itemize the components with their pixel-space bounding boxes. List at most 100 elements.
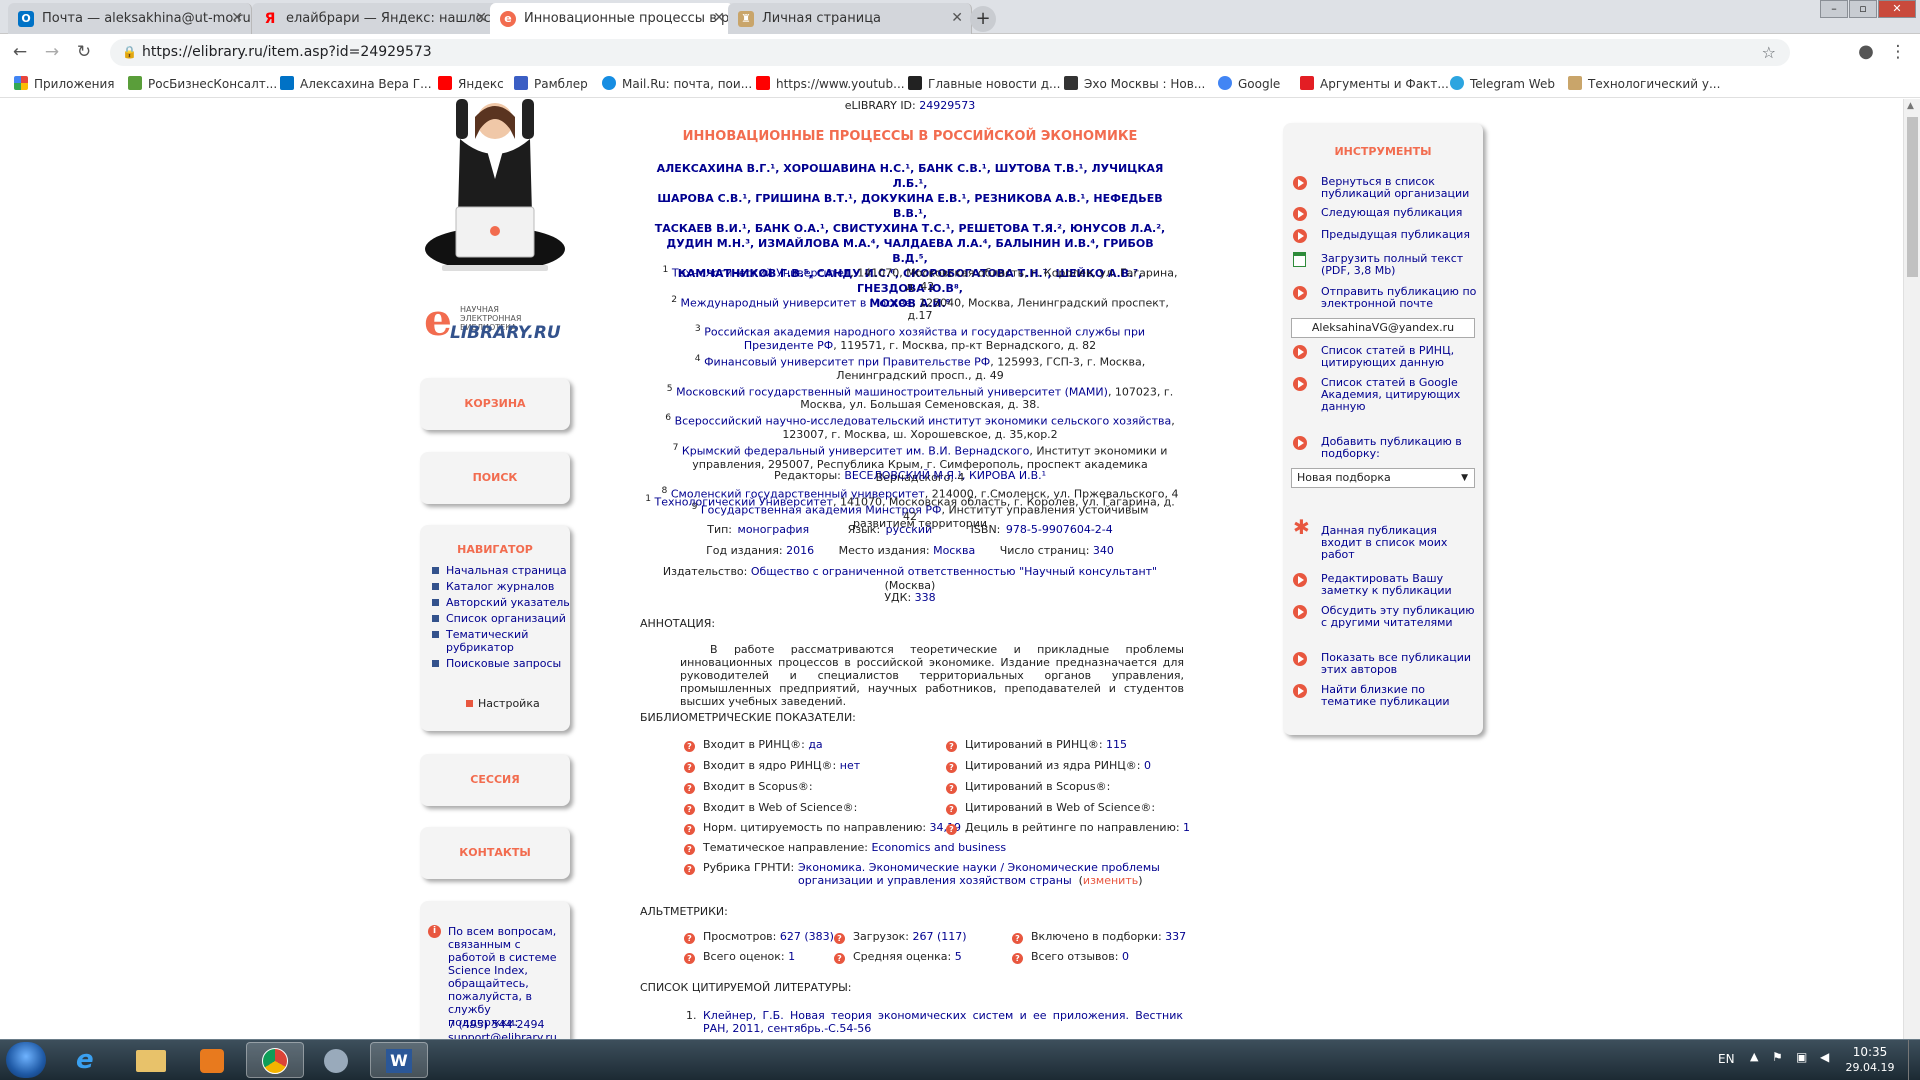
search-button[interactable]: ПОИСК — [420, 452, 570, 504]
nav-item-rubricator[interactable]: Тематический рубрикатор — [432, 628, 570, 654]
star-icon[interactable]: ☆ — [1762, 39, 1776, 66]
authors-line[interactable]: ДУДИН М.Н.³, ИЗМАЙЛОВА М.А.⁴, ЧАЛДАЕВА Л… — [650, 236, 1170, 266]
session-button[interactable]: СЕССИЯ — [420, 754, 570, 806]
tool-my-works[interactable]: ✱ Данная публикация входит в список моих … — [1293, 517, 1478, 561]
editors-org-link[interactable]: Технологический Университет — [655, 496, 833, 509]
flag-icon[interactable]: ⚑ — [1772, 1050, 1783, 1064]
language-value[interactable]: русский — [886, 523, 933, 536]
forward-arrow-icon[interactable]: → — [42, 42, 62, 62]
scroll-thumb[interactable] — [1907, 117, 1918, 277]
editors-link[interactable]: ВЕСЕЛОВСКИЙ М.Я.¹, КИРОВА И.В.¹ — [844, 469, 1046, 482]
show-desktop-button[interactable] — [1908, 1040, 1920, 1080]
tool-add-to-collection[interactable]: Добавить публикацию в подборку: — [1293, 436, 1478, 460]
minimize-icon[interactable]: – — [1820, 0, 1848, 18]
windows-start-icon[interactable] — [6, 1042, 46, 1078]
tool-similar-pubs[interactable]: Найти близкие по тематике публикации — [1293, 684, 1478, 708]
question-icon[interactable]: ? — [684, 783, 695, 794]
media-player-icon[interactable] — [184, 1042, 242, 1078]
affiliation-org-link[interactable]: Московский государственный машиностроите… — [676, 385, 1108, 398]
question-icon[interactable]: ? — [684, 804, 695, 815]
tool-download-pdf[interactable]: Загрузить полный текст (PDF, 3,8 Mb) — [1293, 252, 1478, 277]
tool-send-email[interactable]: Отправить публикацию по электронной почт… — [1293, 286, 1478, 310]
authors-line[interactable]: ШАРОВА С.В.¹, ГРИШИНА В.Т.¹, ДОКУКИНА Е.… — [650, 191, 1170, 221]
bookmark-yandex[interactable]: Яндекс — [438, 76, 504, 91]
publisher-link[interactable]: Общество с ограниченной ответственностью… — [751, 565, 1157, 578]
bookmark-aif[interactable]: Аргументы и Факт... — [1300, 76, 1449, 91]
close-window-icon[interactable]: ✕ — [1878, 0, 1916, 18]
page-scrollbar[interactable]: ▲ — [1903, 99, 1920, 1039]
network-icon[interactable]: ▣ — [1796, 1050, 1807, 1064]
tab-elibrary-active[interactable]: e Инновационные процессы в рс ✕ — [490, 3, 734, 34]
bookmark-rbc[interactable]: РосБизнесКонсалт... — [128, 76, 277, 91]
affiliation-org-link[interactable]: Международный университет в Москве — [681, 296, 913, 309]
tool-all-author-pubs[interactable]: Показать все публикации этих авторов — [1293, 652, 1478, 676]
question-icon[interactable]: ? — [1012, 933, 1023, 944]
tool-prev-publication[interactable]: Предыдущая публикация — [1293, 229, 1478, 243]
question-icon[interactable]: ? — [834, 953, 845, 964]
nav-item-authors[interactable]: Авторский указатель — [432, 596, 570, 609]
close-icon[interactable]: ✕ — [475, 3, 487, 34]
tool-next-publication[interactable]: Следующая публикация — [1293, 207, 1478, 221]
new-tab-plus-icon[interactable]: + — [970, 6, 996, 32]
affiliation-org-link[interactable]: Финансовый университет при Правительстве… — [704, 356, 990, 369]
reference-item[interactable]: Клейнер, Г.Б. Новая теория экономических… — [703, 1009, 1183, 1035]
question-icon[interactable]: ? — [946, 741, 957, 752]
nav-item-home[interactable]: Начальная страница — [432, 564, 570, 577]
tool-back-to-list[interactable]: Вернуться в список публикаций организаци… — [1293, 176, 1478, 200]
affiliation-org-link[interactable]: Крымский федеральный университет им. В.И… — [682, 445, 1029, 458]
bookmark-university[interactable]: Технологический у... — [1568, 76, 1720, 91]
affiliation-org-link[interactable]: Всероссийский научно-исследовательский и… — [675, 415, 1172, 428]
collection-select[interactable]: Новая подборка ▼ — [1291, 468, 1475, 488]
bookmark-outlook[interactable]: Алексахина Вера Г... — [280, 76, 432, 91]
maximize-icon[interactable]: ▫ — [1849, 0, 1877, 18]
account-icon[interactable]: ● — [1856, 42, 1876, 62]
question-icon[interactable]: ? — [684, 864, 695, 875]
tool-rinc-citing[interactable]: Список статей в РИНЦ, цитирующих данную — [1293, 345, 1478, 369]
explorer-folder-icon[interactable] — [122, 1042, 180, 1078]
authors-line[interactable]: ТАСКАЕВ В.И.¹, БАНК О.А.¹, СВИСТУХИНА Т.… — [650, 221, 1170, 236]
contacts-button[interactable]: КОНТАКТЫ — [420, 827, 570, 879]
question-icon[interactable]: ? — [834, 933, 845, 944]
question-icon[interactable]: ? — [946, 762, 957, 773]
question-icon[interactable]: ? — [684, 824, 695, 835]
menu-dots-icon[interactable]: ⋮ — [1888, 42, 1908, 62]
question-icon[interactable]: ? — [684, 762, 695, 773]
email-input[interactable]: AleksahinaVG@yandex.ru — [1291, 318, 1475, 338]
question-icon[interactable]: ? — [1012, 953, 1023, 964]
reload-icon[interactable]: ↻ — [74, 42, 94, 62]
clock-date[interactable]: 29.04.19 — [1840, 1061, 1900, 1074]
type-value[interactable]: монография — [738, 523, 810, 536]
tab-personal-page[interactable]: ♜ Личная страница ✕ — [728, 3, 972, 34]
nav-item-settings[interactable]: Настройка — [466, 697, 540, 710]
question-icon[interactable]: ? — [946, 783, 957, 794]
volume-icon[interactable]: ◀ — [1820, 1050, 1829, 1064]
bookmark-echo[interactable]: Эхо Москвы : Нов... — [1064, 76, 1205, 91]
grnti-change-link[interactable]: изменить — [1083, 874, 1138, 887]
question-icon[interactable]: ? — [684, 933, 695, 944]
settings-app-icon[interactable] — [308, 1042, 366, 1078]
scroll-up-icon[interactable]: ▲ — [1907, 101, 1914, 111]
question-icon[interactable]: ? — [684, 741, 695, 752]
bookmark-telegram[interactable]: Telegram Web — [1450, 76, 1555, 91]
close-icon[interactable]: ✕ — [951, 3, 963, 34]
elibrary-logo[interactable]: e НАУЧНАЯ ЭЛЕКТРОННАЯ БИБЛИОТЕКА LIBRARY… — [420, 299, 570, 349]
ie-icon[interactable]: e — [60, 1042, 118, 1078]
support-phone[interactable]: 7 (495) 544-2494 — [448, 1018, 545, 1031]
bookmark-youtube[interactable]: https://www.youtub... — [756, 76, 905, 91]
close-icon[interactable]: ✕ — [231, 3, 243, 34]
bookmark-news[interactable]: Главные новости д... — [908, 76, 1060, 91]
url-field[interactable]: 🔒 https://elibrary.ru/item.asp?id=249295… — [110, 39, 1790, 66]
tab-mail[interactable]: O Почта — aleksakhina@ut-mo.ru ✕ — [8, 3, 252, 34]
affiliation-org-link[interactable]: Технологический Университет — [672, 267, 850, 280]
authors-line[interactable]: АЛЕКСАХИНА В.Г.¹, ХОРОШАВИНА Н.С.¹, БАНК… — [650, 161, 1170, 191]
nav-item-organizations[interactable]: Список организаций — [432, 612, 570, 625]
tool-discuss[interactable]: Обсудить эту публикацию с другими читате… — [1293, 605, 1478, 629]
word-icon[interactable]: W — [370, 1042, 428, 1078]
bookmark-rambler[interactable]: Рамблер — [514, 76, 588, 91]
question-icon[interactable]: ? — [946, 804, 957, 815]
tray-arrow-icon[interactable]: ▲ — [1750, 1050, 1758, 1063]
question-icon[interactable]: ? — [684, 953, 695, 964]
chrome-icon[interactable] — [246, 1042, 304, 1078]
bookmark-google[interactable]: Google — [1218, 76, 1280, 91]
back-arrow-icon[interactable]: ← — [10, 42, 30, 62]
